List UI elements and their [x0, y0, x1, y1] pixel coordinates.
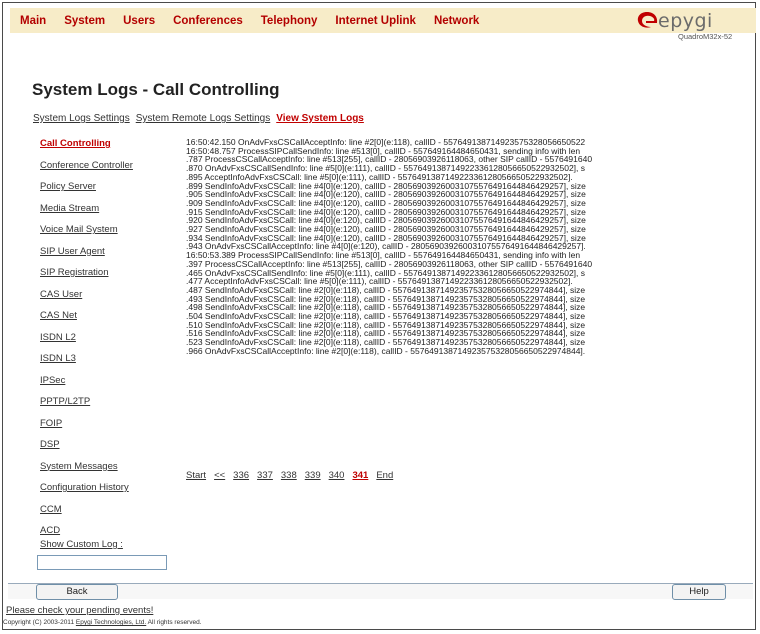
sidebar-item-pptp-l2tp[interactable]: PPTP/L2TP	[40, 396, 180, 418]
log-output: 16:50:42.150 OnAdvFxsCSCallAcceptInfo: l…	[186, 138, 754, 455]
menu-item-system[interactable]: System	[64, 15, 105, 27]
sidebar-item-sip-registration[interactable]: SIP Registration	[40, 267, 180, 289]
sidebar: Call Controlling Conference Controller Pol…	[40, 138, 180, 547]
tab-view-system-logs[interactable]: View System Logs	[276, 113, 364, 124]
sidebar-item-ipsec[interactable]: IPSec	[40, 375, 180, 397]
epygi-swirl-icon	[637, 12, 658, 28]
copyright-prefix: Copyright (C) 2003-2011	[3, 619, 76, 626]
pager-link-340[interactable]: 340	[329, 470, 345, 481]
sidebar-item-isdn-l3[interactable]: ISDN L3	[40, 353, 180, 375]
sidebar-item-system-messages[interactable]: System Messages	[40, 461, 180, 483]
button-bar	[8, 583, 753, 599]
copyright-suffix: All rights reserved.	[146, 619, 202, 626]
sidebar-item-foip[interactable]: FOIP	[40, 418, 180, 440]
custom-log-label[interactable]: Show Custom Log :	[40, 539, 123, 550]
sidebar-item-media-stream[interactable]: Media Stream	[40, 203, 180, 225]
menu-item-network[interactable]: Network	[434, 15, 479, 27]
menu-item-internet-uplink[interactable]: Internet Uplink	[335, 15, 416, 27]
sidebar-item-cas-net[interactable]: CAS Net	[40, 310, 180, 332]
sidebar-item-policy-server[interactable]: Policy Server	[40, 181, 180, 203]
copyright: Copyright (C) 2003-2011 Epygi Technologi…	[3, 619, 202, 626]
pager-link-338[interactable]: 338	[281, 470, 297, 481]
pager-link-341[interactable]: 341	[352, 470, 368, 481]
menu-item-users[interactable]: Users	[123, 15, 155, 27]
sidebar-item-dsp[interactable]: DSP	[40, 439, 180, 461]
pagination: Start << 336 337 338 339 340 341 End	[186, 470, 401, 481]
menu-item-telephony[interactable]: Telephony	[261, 15, 318, 27]
sidebar-item-isdn-l2[interactable]: ISDN L2	[40, 332, 180, 354]
menu-item-main[interactable]: Main	[20, 15, 46, 27]
sidebar-item-configuration-history[interactable]: Configuration History	[40, 482, 180, 504]
sidebar-item-call-controlling[interactable]: Call Controlling	[40, 138, 180, 160]
pending-events-link[interactable]: Please check your pending events!	[6, 605, 153, 616]
sidebar-item-conference-controller[interactable]: Conference Controller	[40, 160, 180, 182]
logo-brand: epygi	[658, 10, 713, 32]
pager-link-end[interactable]: End	[376, 470, 393, 481]
pager-link-336[interactable]: 336	[233, 470, 249, 481]
log-line: .966 OnAdvFxsCSCallAcceptInfo: line #2[0…	[186, 345, 586, 356]
epygi-logo: epygi QuadroM32x-52	[636, 8, 740, 42]
sidebar-item-voice-mail-system[interactable]: Voice Mail System	[40, 224, 180, 246]
log-tabs: System Logs Settings System Remote Logs S…	[33, 113, 370, 124]
pager-link-start[interactable]: Start	[186, 470, 206, 481]
menu-item-conferences[interactable]: Conferences	[173, 15, 243, 27]
sidebar-item-cas-user[interactable]: CAS User	[40, 289, 180, 311]
logo-model: QuadroM32x-52	[678, 32, 733, 41]
pager-link-prev[interactable]: <<	[214, 470, 225, 481]
help-button[interactable]: Help	[672, 584, 726, 600]
sidebar-item-ccm[interactable]: CCM	[40, 504, 180, 526]
custom-log-input[interactable]	[37, 555, 167, 570]
page-title: System Logs - Call Controlling	[32, 80, 280, 99]
tab-system-logs-settings[interactable]: System Logs Settings	[33, 113, 130, 124]
pager-link-337[interactable]: 337	[257, 470, 273, 481]
company-link[interactable]: Epygi Technologies, Ltd.	[76, 619, 146, 626]
pager-link-339[interactable]: 339	[305, 470, 321, 481]
back-button[interactable]: Back	[36, 584, 118, 600]
tab-system-remote-logs-settings[interactable]: System Remote Logs Settings	[136, 113, 271, 124]
sidebar-item-sip-user-agent[interactable]: SIP User Agent	[40, 246, 180, 268]
